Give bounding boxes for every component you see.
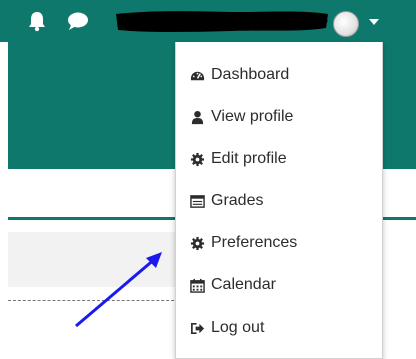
menu-item-preferences[interactable]: Preferences — [188, 231, 297, 255]
menu-item-label: Dashboard — [211, 66, 290, 83]
calendar-icon — [188, 277, 206, 293]
annotation-arrow — [75, 252, 162, 328]
redacted-user-name — [112, 8, 332, 36]
menu-item-label: Log out — [211, 319, 265, 336]
bell-icon[interactable] — [26, 10, 48, 32]
dashboard-icon — [188, 67, 206, 83]
menu-item-edit-profile[interactable]: Edit profile — [188, 147, 287, 171]
avatar[interactable] — [333, 11, 359, 37]
menu-item-dashboard[interactable]: Dashboard — [188, 63, 289, 87]
cog-icon — [188, 151, 206, 167]
sign-out-icon — [188, 320, 206, 336]
menu-item-view-profile[interactable]: View profile — [188, 105, 293, 129]
chat-icon[interactable] — [66, 11, 90, 31]
user-menu-dropdown: Dashboard View profile Edit profile Grad… — [175, 42, 383, 359]
table-icon — [188, 193, 206, 209]
menu-item-grades[interactable]: Grades — [188, 189, 263, 213]
menu-item-calendar[interactable]: Calendar — [188, 273, 276, 297]
caret-down-icon[interactable] — [369, 19, 379, 25]
menu-item-log-out[interactable]: Log out — [188, 316, 264, 340]
menu-item-label: Edit profile — [211, 150, 287, 167]
menu-item-label: Preferences — [211, 234, 298, 251]
menu-item-label: Calendar — [211, 276, 276, 293]
menu-item-label: Grades — [211, 192, 264, 209]
menu-item-label: View profile — [211, 108, 294, 125]
user-icon — [188, 109, 206, 125]
navbar — [0, 0, 416, 42]
cog-icon — [188, 235, 206, 251]
